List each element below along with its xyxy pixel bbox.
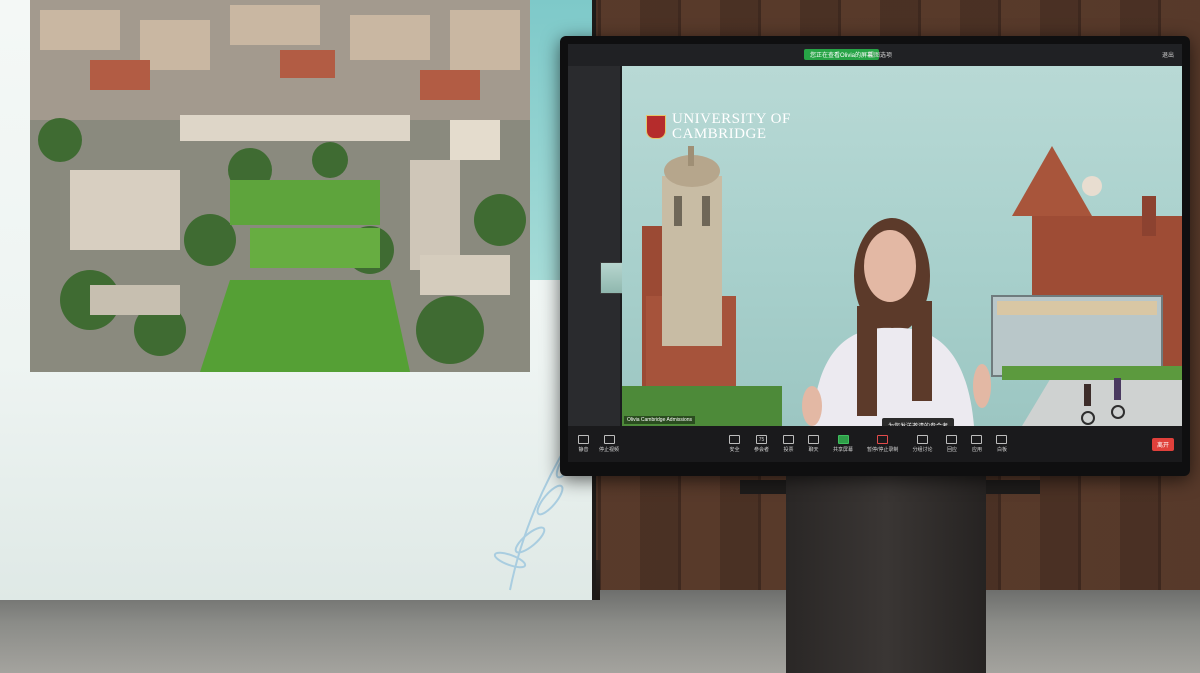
zoom-toolbar: 静音 停止视频 安全 75 参会者 投票 聊天 共享屏幕 暂停/停止录制 分组讨论 回应 应用 白板 … xyxy=(568,426,1182,462)
cambridge-logo: UNIVERSITY OF CAMBRIDGE xyxy=(646,112,791,142)
leave-meeting-button[interactable]: 离开 xyxy=(1151,438,1174,451)
aerial-campus-photo xyxy=(30,0,530,372)
toolbar-button-whiteboard[interactable]: 白板 xyxy=(996,435,1008,453)
toolbar-button-label: 回应 xyxy=(946,447,957,453)
toolbar-button-mic[interactable]: 静音 xyxy=(578,435,589,453)
cambridge-wordmark: UNIVERSITY OF CAMBRIDGE xyxy=(672,111,791,142)
participants-icon: 75 xyxy=(756,435,768,444)
record-icon xyxy=(877,435,889,444)
chat-icon xyxy=(808,435,820,444)
poll-icon xyxy=(783,435,795,444)
toolbar-left-group: 静音 停止视频 xyxy=(568,435,619,453)
mic-icon xyxy=(578,435,589,444)
tv-monitor: 您正在查看Olivia的屏幕 视图选项 退出 UNIVERSITY OF CAM… xyxy=(560,36,1190,476)
toolbar-button-participants[interactable]: 75 参会者 xyxy=(754,435,769,453)
toolbar-button-label: 分组讨论 xyxy=(912,447,933,453)
self-view-thumbnail[interactable] xyxy=(600,262,624,294)
toolbar-button-chat[interactable]: 聊天 xyxy=(808,435,820,453)
apps-icon xyxy=(971,435,983,444)
reaction-icon xyxy=(946,435,958,444)
toolbar-center-group: 安全 75 参会者 投票 聊天 共享屏幕 暂停/停止录制 分组讨论 回应 应用 白板 xyxy=(729,435,1008,453)
breakout-icon xyxy=(916,435,928,444)
toolbar-button-label: 安全 xyxy=(729,447,740,453)
toolbar-button-video[interactable]: 停止视频 xyxy=(599,435,619,453)
cambridge-crest-icon xyxy=(646,115,666,139)
left-gutter xyxy=(568,66,624,426)
toolbar-button-label: 参会者 xyxy=(754,447,770,453)
floor xyxy=(0,590,1200,673)
toolbar-button-reaction[interactable]: 回应 xyxy=(946,435,958,453)
toolbar-button-label: 暂停/停止录制 xyxy=(867,447,899,453)
toolbar-button-label: 白板 xyxy=(996,447,1007,453)
conference-room-scene: 您正在查看Olivia的屏幕 视图选项 退出 UNIVERSITY OF CAM… xyxy=(0,0,1200,673)
view-options-button[interactable]: 视图选项 xyxy=(868,50,892,59)
toolbar-button-apps[interactable]: 应用 xyxy=(971,435,983,453)
participant-count-badge: 75 xyxy=(758,436,765,443)
exit-fullscreen-button[interactable]: 退出 xyxy=(1162,50,1174,59)
toolbar-button-label: 静音 xyxy=(578,447,589,453)
toolbar-button-poll[interactable]: 投票 xyxy=(783,435,795,453)
zoom-top-bar: 您正在查看Olivia的屏幕 视图选项 退出 xyxy=(568,44,1182,66)
zoom-window: 您正在查看Olivia的屏幕 视图选项 退出 UNIVERSITY OF CAM… xyxy=(568,44,1182,462)
monitor-stand xyxy=(786,476,986,673)
toolbar-button-label: 投票 xyxy=(783,447,794,453)
toolbar-button-label: 停止视频 xyxy=(599,447,620,453)
participant-name-label: Olivia Cambridge Admissions xyxy=(624,416,696,424)
toolbar-button-label: 聊天 xyxy=(808,447,819,453)
speaker-video: UNIVERSITY OF CAMBRIDGE Olivia Cambridge… xyxy=(622,66,1182,426)
toolbar-button-label: 共享屏幕 xyxy=(833,447,854,453)
toolbar-button-label: 应用 xyxy=(971,447,982,453)
whiteboard-icon xyxy=(996,435,1008,444)
toolbar-button-shield[interactable]: 安全 xyxy=(729,435,741,453)
projection-screen xyxy=(0,0,596,600)
aerial-campus-illustration xyxy=(30,0,530,372)
video-icon xyxy=(603,435,615,444)
shield-icon xyxy=(729,435,741,444)
toolbar-button-share[interactable]: 共享屏幕 xyxy=(833,435,853,453)
toolbar-button-record[interactable]: 暂停/停止录制 xyxy=(867,435,898,453)
toolbar-button-breakout[interactable]: 分组讨论 xyxy=(912,435,932,453)
share-icon xyxy=(837,435,849,444)
